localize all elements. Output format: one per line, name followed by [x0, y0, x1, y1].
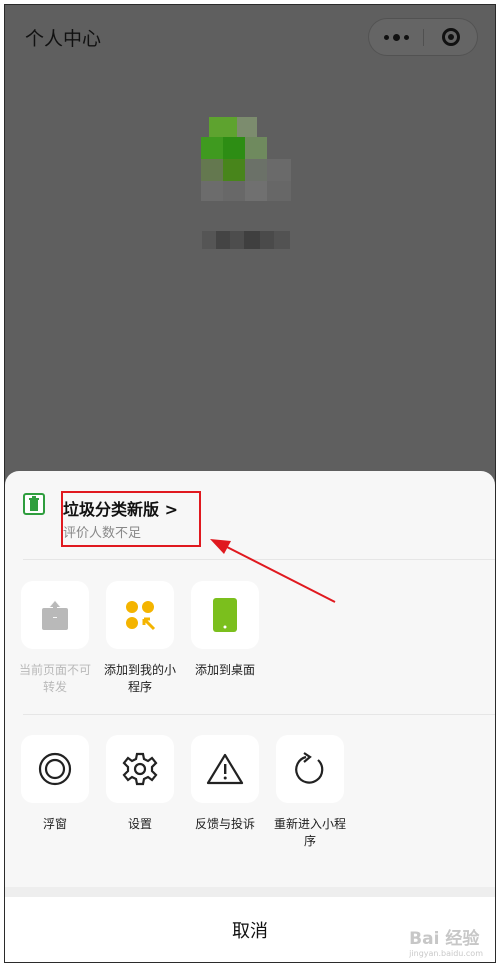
float-window-icon — [21, 735, 89, 803]
target-close-icon[interactable] — [424, 19, 477, 55]
settings-item[interactable]: 设置 — [100, 735, 180, 833]
annotation-highlight-box — [61, 491, 201, 547]
reenter-item[interactable]: 重新进入小程序 — [270, 735, 350, 850]
feedback-label: 反馈与投诉 — [194, 817, 255, 831]
trash-bin-icon — [23, 493, 45, 515]
divider — [23, 714, 495, 715]
float-window-label: 浮窗 — [42, 817, 67, 831]
add-to-desktop-item[interactable]: 添加到桌面 — [185, 581, 265, 679]
phone-desktop-icon — [191, 581, 259, 649]
add-to-desktop-label: 添加到桌面 — [194, 663, 255, 677]
cancel-gap — [5, 887, 495, 897]
avatar — [201, 117, 301, 205]
top-bar: 个人中心 — [5, 5, 495, 69]
forward-disabled-item: 当前页面不可转发 — [15, 581, 95, 696]
forward-disabled-label: 当前页面不可转发 — [18, 663, 91, 694]
more-dots-icon[interactable] — [369, 19, 423, 55]
float-window-item[interactable]: 浮窗 — [15, 735, 95, 833]
add-to-my-miniprogram-item[interactable]: 添加到我的小程序 — [100, 581, 180, 696]
page-title: 个人中心 — [25, 28, 102, 50]
phone-screen: 个人中心 垃圾分类新版 > 评价人数不足 当前页面不可转发 添加到我的小程序 添… — [4, 4, 496, 963]
nickname-blurred — [202, 231, 290, 249]
reload-icon — [276, 735, 344, 803]
menu-capsule — [368, 18, 478, 56]
watermark-url: jingyan.baidu.com — [409, 949, 483, 958]
mini-program-add-icon — [106, 581, 174, 649]
settings-label: 设置 — [127, 817, 152, 831]
watermark-text: Bai 经验 — [409, 929, 480, 949]
feedback-item[interactable]: 反馈与投诉 — [185, 735, 265, 833]
reenter-label: 重新进入小程序 — [273, 817, 346, 848]
warning-triangle-icon — [191, 735, 259, 803]
settings-gear-icon — [106, 735, 174, 803]
add-to-my-miniprogram-label: 添加到我的小程序 — [103, 663, 176, 694]
divider — [23, 559, 495, 560]
share-up-icon — [21, 581, 89, 649]
watermark: Bai 经验 jingyan.baidu.com — [409, 924, 483, 958]
